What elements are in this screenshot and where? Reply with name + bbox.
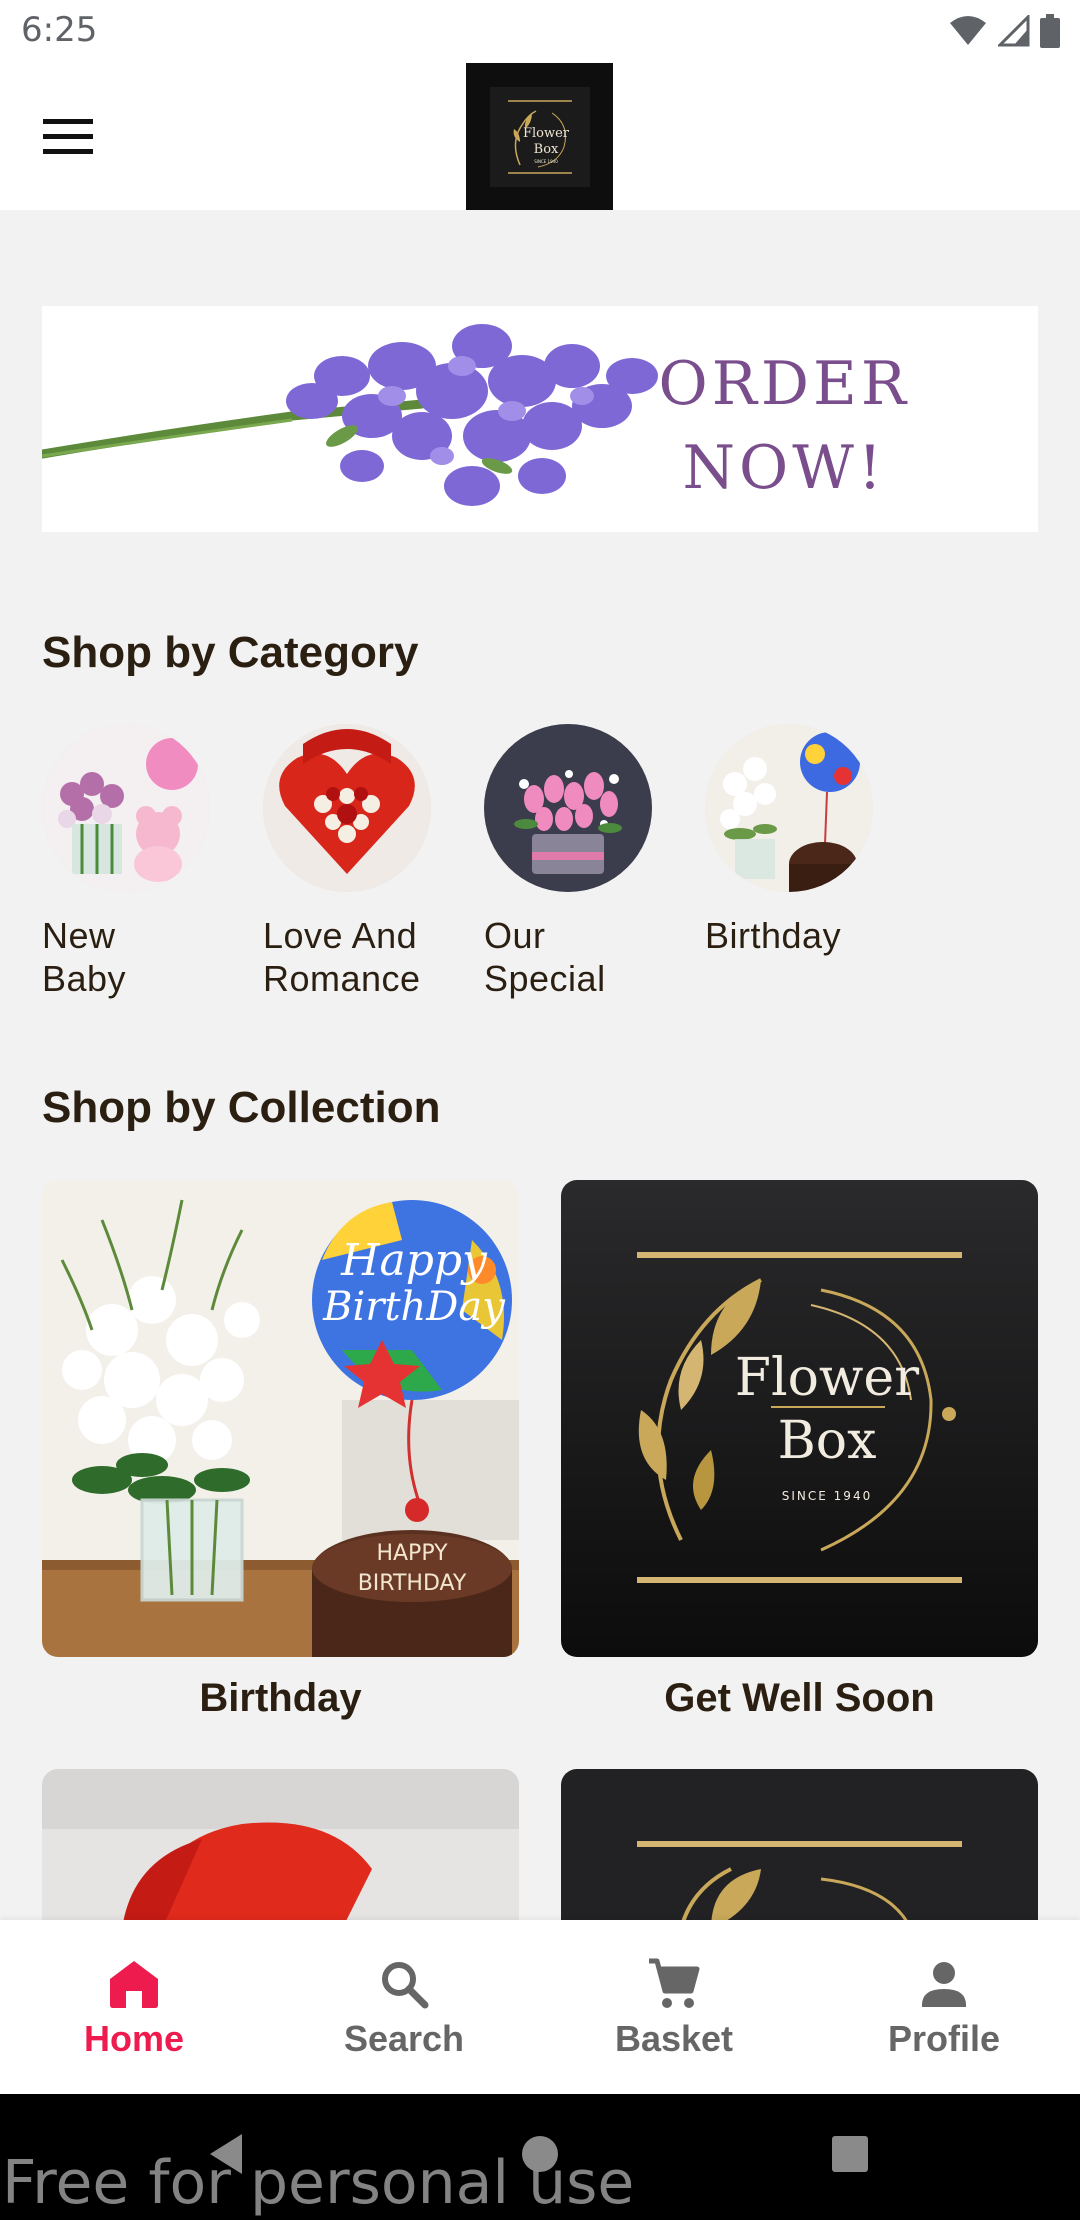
battery-icon <box>1040 14 1060 48</box>
category-label: Birthday <box>705 915 842 956</box>
cart-icon <box>649 1958 700 2008</box>
person-icon <box>922 1962 966 2007</box>
top-app-bar: Flower Box SINCE 1940 <box>0 63 1080 210</box>
category-item-birthday[interactable]: Birthday <box>705 724 885 957</box>
home-icon <box>110 1961 158 2008</box>
recents-icon[interactable] <box>830 2134 870 2174</box>
collection-label: Get Well Soon <box>664 1676 935 1720</box>
nav-label-home: Home <box>83 2018 185 2059</box>
wifi-icon <box>950 16 986 45</box>
nav-label-search: Search <box>343 2018 465 2059</box>
hamburger-menu-icon <box>43 119 93 154</box>
banner-line-1: ORDER <box>658 349 910 419</box>
svg-text:SINCE 1940: SINCE 1940 <box>782 1489 872 1503</box>
banner-headline: ORDER NOW! <box>659 342 910 510</box>
category-label: Love And Romance <box>263 915 421 999</box>
collection-card-get-well-soon[interactable]: Flower Box SINCE 1940 <box>561 1180 1038 1657</box>
category-image-our-special <box>484 724 652 892</box>
svg-text:Flower: Flower <box>735 1348 919 1408</box>
brand-logo[interactable]: Flower Box SINCE 1940 <box>466 63 613 210</box>
collection-image-love <box>42 1769 519 1929</box>
nav-item-profile[interactable]: Profile <box>844 1954 1044 2060</box>
collection-image-flower-box-logo: Flower Box SINCE 1940 <box>561 1180 1038 1657</box>
bottom-navigation: Home Search Basket Profile <box>0 1920 1080 2094</box>
nav-item-home[interactable]: Home <box>34 1954 234 2060</box>
collection-card-birthday[interactable]: Happy BirthDay HAPPY BIRTHDAY <box>42 1180 519 1657</box>
status-bar: 6:25 <box>0 0 1080 63</box>
svg-text:Box: Box <box>533 142 558 157</box>
svg-text:HAPPY: HAPPY <box>376 1541 448 1566</box>
category-label: Our Special <box>484 915 606 999</box>
status-time: 6:25 <box>21 10 98 50</box>
category-section-title: Shop by Category <box>42 628 419 677</box>
svg-text:Flower: Flower <box>522 126 569 141</box>
svg-text:Box: Box <box>778 1411 877 1471</box>
nav-label-basket: Basket <box>614 2018 734 2059</box>
signal-icon <box>998 15 1030 47</box>
watermark-text: Free for personal use <box>2 2148 635 2218</box>
flower-box-logo-icon: Flower Box SINCE 1940 <box>489 86 590 187</box>
svg-text:BIRTHDAY: BIRTHDAY <box>358 1571 467 1596</box>
svg-text:BirthDay: BirthDay <box>322 1284 506 1330</box>
banner-line-2: NOW! <box>682 433 887 503</box>
nav-label-profile: Profile <box>887 2018 1001 2059</box>
order-now-banner[interactable]: ORDER NOW! <box>42 306 1038 532</box>
collection-image-birthday: Happy BirthDay HAPPY BIRTHDAY <box>42 1180 519 1657</box>
category-item-love-and-romance[interactable]: Love And Romance <box>263 724 443 1000</box>
category-image-birthday <box>705 724 873 892</box>
collection-card-love[interactable] <box>42 1769 519 1929</box>
collection-section-title: Shop by Collection <box>42 1083 441 1132</box>
category-image-love-and-romance <box>263 724 431 892</box>
search-icon <box>382 1962 429 2009</box>
menu-button[interactable] <box>30 101 106 173</box>
nav-item-basket[interactable]: Basket <box>574 1954 774 2060</box>
svg-text:SINCE 1940: SINCE 1940 <box>534 159 558 164</box>
category-image-new-baby <box>42 724 210 892</box>
category-item-our-special[interactable]: Our Special <box>484 724 664 1000</box>
category-item-new-baby[interactable]: New Baby <box>42 724 222 1000</box>
nav-item-search[interactable]: Search <box>304 1954 504 2060</box>
collection-image-flower-box-logo <box>561 1769 1038 1929</box>
svg-text:Happy: Happy <box>340 1235 488 1286</box>
category-label: New Baby <box>42 915 127 999</box>
collection-card-flower-box[interactable] <box>561 1769 1038 1929</box>
status-icons <box>948 14 1060 48</box>
collection-label: Birthday <box>199 1676 362 1720</box>
